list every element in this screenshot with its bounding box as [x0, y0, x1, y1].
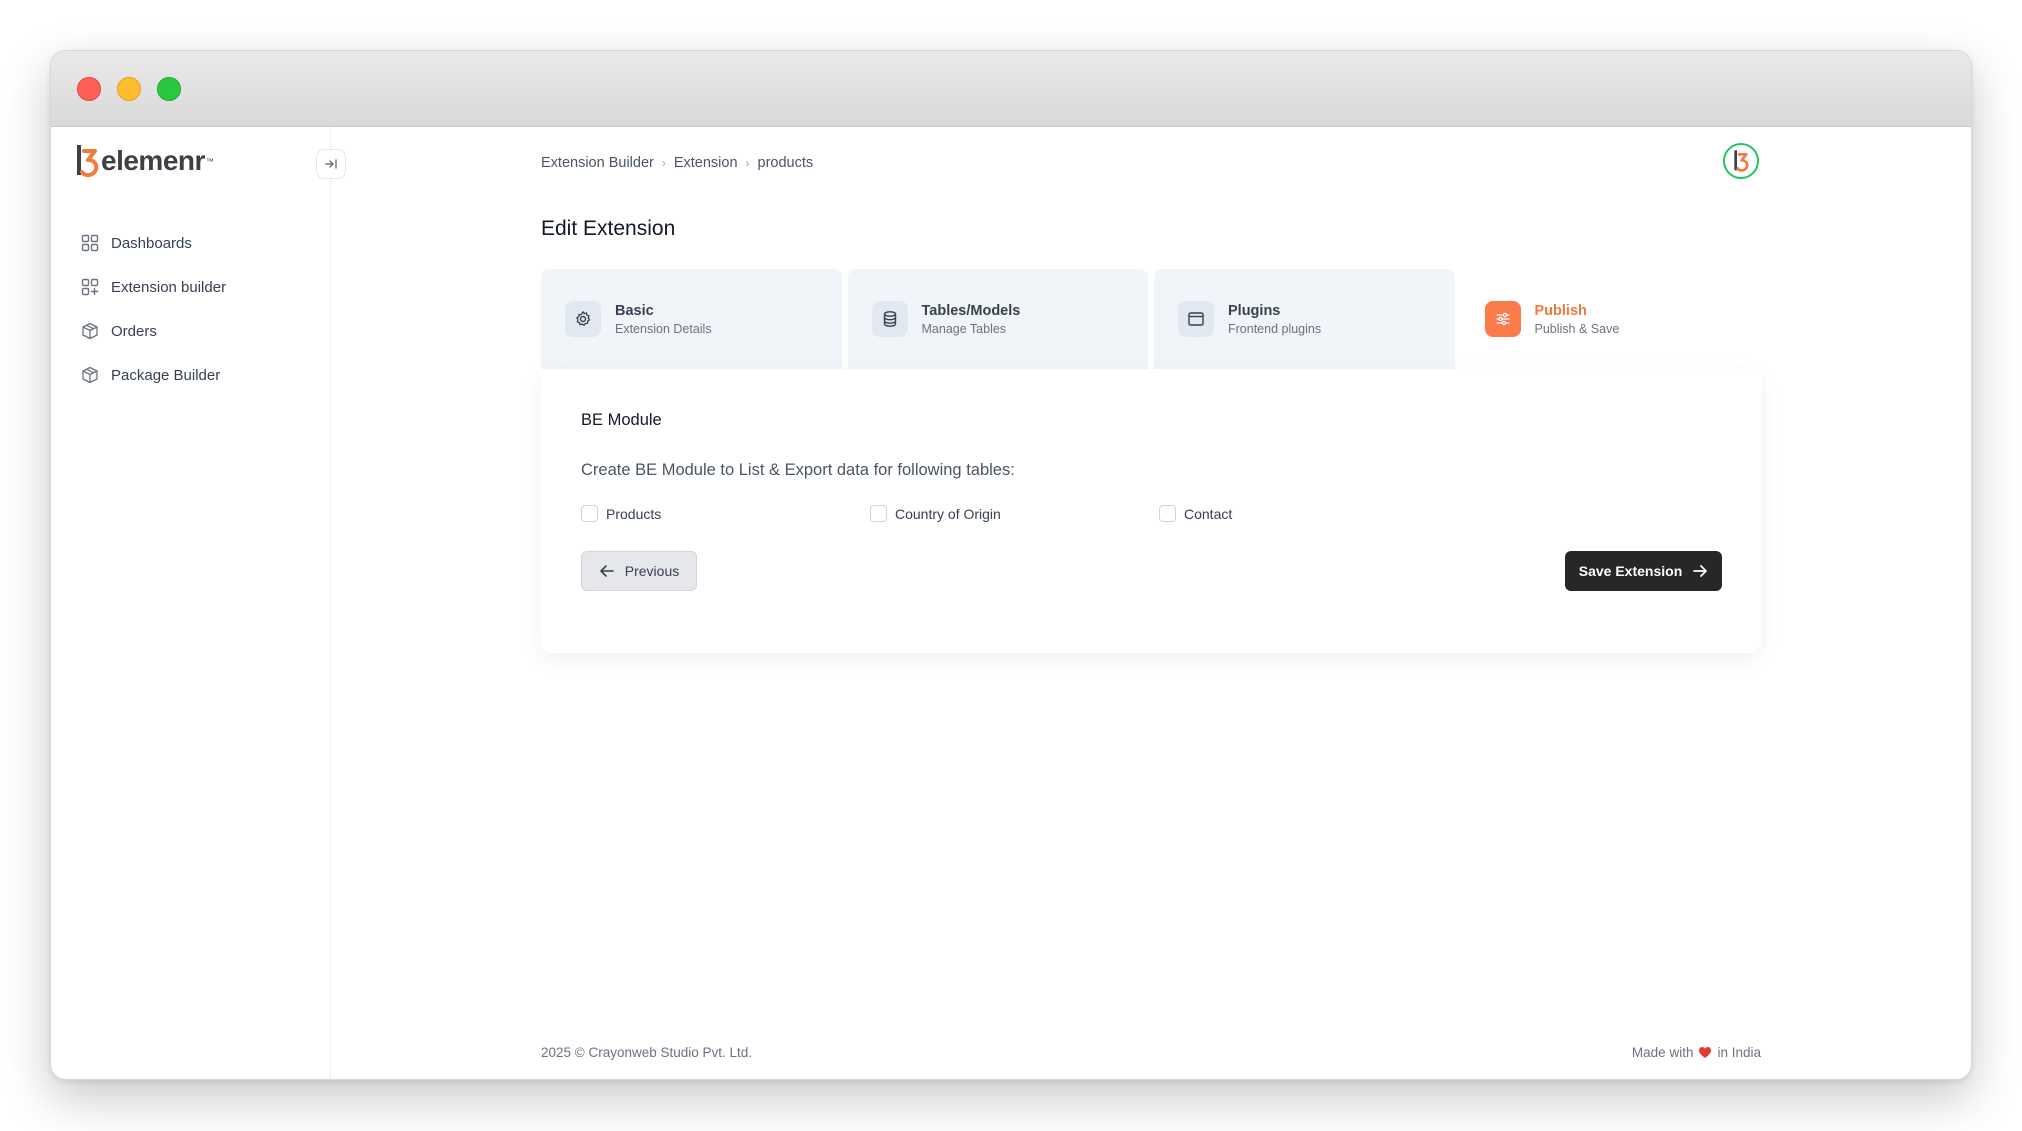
- step-title: Basic: [615, 302, 654, 319]
- brand-logo[interactable]: elemenr ™: [75, 143, 214, 179]
- previous-button-label: Previous: [624, 563, 680, 579]
- section-description: Create BE Module to List & Export data f…: [581, 461, 1015, 479]
- step-icon-box: [1484, 301, 1521, 337]
- step-subtitle: Publish & Save: [1534, 321, 1620, 336]
- footer-made-with: Made with in India: [1632, 1045, 1761, 1060]
- database-icon: [883, 311, 896, 327]
- step-icon-box: [565, 301, 601, 337]
- step-text: Plugins Frontend plugins: [1228, 303, 1321, 336]
- sidebar-item-label: Orders: [111, 322, 157, 340]
- arrow-right-icon: [1693, 565, 1708, 577]
- step-text: Tables/Models Manage Tables: [922, 303, 1021, 336]
- checkbox-label: Products: [606, 505, 662, 522]
- chevron-right-icon: ›: [661, 156, 666, 170]
- chevron-right-icon: ›: [745, 156, 750, 170]
- checkbox-input[interactable]: [870, 505, 887, 522]
- step-icon-box: [1178, 301, 1214, 337]
- previous-button[interactable]: Previous: [581, 551, 697, 591]
- box-icon: [82, 322, 98, 340]
- heart-icon: [1699, 1047, 1712, 1058]
- footer-copyright: 2025 © Crayonweb Studio Pvt. Ltd.: [541, 1045, 753, 1060]
- browser-window: elemenr ™ Dashboards Extension builder O…: [50, 50, 1972, 1080]
- sidebar-item-label: Extension builder: [111, 278, 227, 296]
- in-country-text: in India: [1717, 1045, 1761, 1060]
- sidebar: elemenr ™ Dashboards Extension builder O…: [51, 127, 346, 1079]
- checkbox-input[interactable]: [1159, 505, 1176, 522]
- breadcrumb-item-current: products: [757, 155, 814, 171]
- gear-icon: [576, 311, 591, 326]
- checkbox-contact[interactable]: Contact: [1159, 505, 1448, 522]
- checkbox-label: Country of Origin: [895, 505, 1001, 522]
- step-basic[interactable]: Basic Extension Details: [541, 269, 842, 369]
- checkbox-label: Contact: [1184, 505, 1233, 522]
- checkbox-products[interactable]: Products: [581, 505, 870, 522]
- step-publish[interactable]: Publish Publish & Save: [1460, 269, 1761, 369]
- maximize-window-button[interactable]: [157, 77, 181, 101]
- wizard-steps: Basic Extension Details Tables/Models Ma…: [541, 269, 1761, 369]
- step-icon-box: [871, 301, 908, 337]
- step-plugins[interactable]: Plugins Frontend plugins: [1154, 269, 1455, 369]
- close-window-button[interactable]: [77, 77, 101, 101]
- grid-plus-icon: [81, 278, 99, 296]
- sidebar-collapse-icon: [325, 159, 337, 169]
- sidebar-item-label: Package Builder: [111, 366, 221, 384]
- sidebar-item-extension-builder[interactable]: Extension builder: [81, 265, 226, 309]
- page-title: Edit Extension: [541, 217, 676, 240]
- save-button-label: Save Extension: [1578, 563, 1683, 579]
- step-title: Publish: [1534, 302, 1587, 319]
- sidebar-item-dashboards[interactable]: Dashboards: [81, 221, 226, 265]
- step-text: Publish Publish & Save: [1535, 303, 1620, 336]
- step-subtitle: Frontend plugins: [1228, 321, 1322, 336]
- package-icon: [82, 366, 98, 384]
- brand-logo-icon: [77, 145, 99, 178]
- made-with-text: Made with: [1631, 1045, 1694, 1060]
- sliders-icon: [1495, 312, 1510, 326]
- arrow-left-icon: [599, 565, 614, 577]
- app-content: elemenr ™ Dashboards Extension builder O…: [51, 127, 1971, 1079]
- step-text: Basic Extension Details: [615, 303, 712, 336]
- brand-trademark: ™: [205, 156, 214, 166]
- breadcrumb-item-extension-builder[interactable]: Extension Builder: [541, 155, 654, 171]
- publish-card: BE Module Create BE Module to List & Exp…: [541, 369, 1761, 653]
- grid-icon: [81, 234, 99, 252]
- step-title: Plugins: [1228, 302, 1281, 319]
- brand-avatar-icon: [1734, 150, 1749, 172]
- checkbox-input[interactable]: [581, 505, 598, 522]
- breadcrumb-item-extension[interactable]: Extension: [674, 155, 738, 171]
- step-subtitle: Extension Details: [615, 321, 712, 336]
- sidebar-nav: Dashboards Extension builder Orders Pack…: [81, 221, 226, 397]
- sidebar-item-package-builder[interactable]: Package Builder: [81, 353, 226, 397]
- minimize-window-button[interactable]: [117, 77, 141, 101]
- table-checkbox-list: Products Country of Origin Contact: [581, 505, 1448, 522]
- window-icon: [1188, 312, 1204, 326]
- breadcrumb: Extension Builder › Extension › products: [541, 155, 813, 171]
- section-title: BE Module: [581, 411, 662, 429]
- step-tables-models[interactable]: Tables/Models Manage Tables: [847, 269, 1148, 369]
- sidebar-item-orders[interactable]: Orders: [81, 309, 226, 353]
- step-title: Tables/Models: [921, 302, 1021, 319]
- user-avatar[interactable]: [1723, 143, 1759, 179]
- window-titlebar: [51, 51, 1971, 127]
- brand-name: elemenr: [101, 145, 205, 176]
- step-subtitle: Manage Tables: [921, 321, 1007, 336]
- sidebar-item-label: Dashboards: [111, 234, 192, 252]
- save-extension-button[interactable]: Save Extension: [1565, 551, 1722, 591]
- checkbox-country-of-origin[interactable]: Country of Origin: [870, 505, 1159, 522]
- collapse-sidebar-button[interactable]: [316, 149, 346, 179]
